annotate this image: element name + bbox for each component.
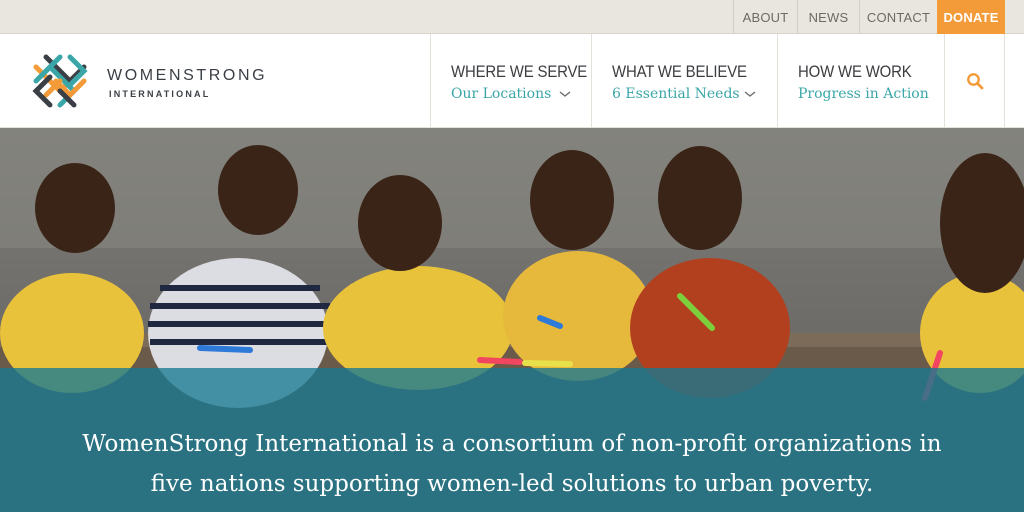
donate-button[interactable]: DONATE bbox=[937, 0, 1005, 34]
hero-tagline-line-1: WomenStrong International is a consortiu… bbox=[82, 431, 942, 457]
chevron-down-icon bbox=[744, 91, 756, 97]
home-logo-link[interactable]: WOMENSTRONG INTERNATIONAL bbox=[26, 47, 296, 115]
contact-link[interactable]: CONTACT bbox=[859, 0, 937, 34]
news-link[interactable]: NEWS bbox=[797, 0, 859, 34]
nav-title: HOW WE WORK bbox=[798, 62, 912, 81]
nav-how-we-work[interactable]: HOW WE WORK Progress in Action bbox=[777, 34, 944, 128]
nav-title: WHAT WE BELIEVE bbox=[612, 62, 747, 81]
hero-tagline-line-2: five nations supporting women-led soluti… bbox=[150, 471, 874, 497]
nav-subtitle: Our Locations bbox=[451, 86, 552, 102]
search-button[interactable] bbox=[944, 34, 1005, 128]
brand-name: WOMENSTRONG bbox=[107, 67, 268, 84]
hero-tagline: WomenStrong International is a consortiu… bbox=[0, 424, 1024, 504]
nav-where-we-serve[interactable]: WHERE WE SERVE Our Locations bbox=[430, 34, 591, 128]
search-icon bbox=[966, 73, 983, 90]
utility-bar: ABOUT NEWS CONTACT DONATE bbox=[0, 0, 1024, 34]
nav-subtitle: 6 Essential Needs bbox=[612, 86, 740, 102]
about-link[interactable]: ABOUT bbox=[733, 0, 797, 34]
site-header: WOMENSTRONG INTERNATIONAL WHERE WE SERVE… bbox=[0, 34, 1024, 128]
nav-subtitle: Progress in Action bbox=[798, 86, 929, 102]
nav-title: WHERE WE SERVE bbox=[451, 62, 588, 81]
hero-banner: WomenStrong International is a consortiu… bbox=[0, 128, 1024, 512]
brand-subtitle: INTERNATIONAL bbox=[109, 89, 211, 99]
utility-links: ABOUT NEWS CONTACT DONATE bbox=[733, 0, 1005, 34]
chevron-down-icon bbox=[559, 91, 571, 97]
nav-what-we-believe[interactable]: WHAT WE BELIEVE 6 Essential Needs bbox=[591, 34, 777, 128]
woven-knot-logo-icon bbox=[32, 54, 88, 108]
main-nav: WHERE WE SERVE Our Locations WHAT WE BEL… bbox=[430, 34, 1005, 128]
